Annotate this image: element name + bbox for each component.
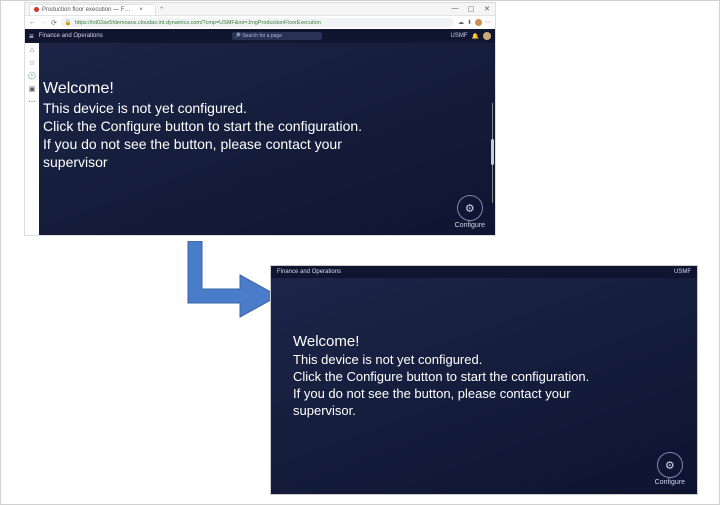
app-name: Finance and Operations — [277, 269, 341, 275]
nav-reload-icon[interactable]: ⟳ — [51, 19, 57, 27]
welcome-panel: Welcome! This device is not yet configur… — [39, 43, 495, 235]
fo-header: ≡ Finance and Operations 🔎 Search for a … — [25, 29, 495, 43]
company-code[interactable]: USMF — [674, 269, 691, 275]
bell-icon[interactable]: 🔔 — [472, 33, 479, 40]
search-placeholder: 🔎 Search for a page — [235, 33, 282, 39]
window-maximize-button[interactable]: ▢ — [463, 5, 479, 13]
browser-window: Production floor execution — F… × + — ▢ … — [25, 3, 495, 235]
configure-button[interactable]: ⚙ Configure — [455, 195, 485, 229]
welcome-line-4-truncated: supervisor — [43, 153, 487, 171]
browser-menu-icon[interactable]: ⋯ — [485, 19, 491, 26]
rail-recent-icon[interactable]: 🕑 — [28, 72, 37, 80]
url-text: https://int02ae5fdemoaos.cloudax.int.dyn… — [75, 20, 321, 26]
fo-header-fullscreen: Finance and Operations USMF — [271, 266, 697, 278]
app-name: Finance and Operations — [39, 33, 103, 39]
fo-avatar[interactable] — [483, 32, 491, 40]
tab-close-icon[interactable]: × — [139, 7, 143, 13]
gear-icon: ⚙ — [457, 195, 483, 221]
rail-fav-icon[interactable]: ☆ — [29, 59, 35, 67]
window-close-button[interactable]: ✕ — [479, 5, 495, 13]
tab-title: Production floor execution — F… — [42, 7, 130, 13]
company-code[interactable]: USMF — [451, 33, 468, 39]
welcome-heading: Welcome! — [43, 79, 487, 99]
rail-workspaces-icon[interactable]: ▣ — [29, 85, 36, 93]
welcome-heading: Welcome! — [293, 332, 697, 351]
welcome-panel-fullscreen: Welcome! This device is not yet configur… — [271, 278, 697, 494]
hamburger-icon[interactable]: ≡ — [29, 32, 33, 41]
welcome-line-1: This device is not yet configured. — [293, 351, 697, 368]
transition-arrow-icon — [186, 241, 281, 326]
window-minimize-button[interactable]: — — [447, 5, 463, 13]
gear-icon: ⚙ — [657, 452, 683, 478]
global-search[interactable]: 🔎 Search for a page — [232, 32, 322, 40]
url-field[interactable]: 🔒 https://int02ae5fdemoaos.cloudax.int.d… — [61, 18, 454, 27]
welcome-line-1: This device is not yet configured. — [43, 99, 487, 117]
left-nav-rail: ⌂ ☆ 🕑 ▣ ⋯ — [25, 43, 39, 235]
rail-more-icon[interactable]: ⋯ — [29, 98, 36, 106]
configure-label: Configure — [655, 479, 685, 486]
configure-button[interactable]: ⚙ Configure — [655, 452, 685, 486]
nav-forward-icon[interactable]: → — [40, 19, 47, 26]
fullscreen-window: Finance and Operations USMF Welcome! Thi… — [271, 266, 697, 494]
new-tab-button[interactable]: + — [160, 6, 164, 12]
rail-home-icon[interactable]: ⌂ — [30, 47, 34, 54]
welcome-line-4: supervisor. — [293, 402, 697, 419]
browser-titlebar: Production floor execution — F… × + — ▢ … — [25, 3, 495, 15]
scrollbar[interactable] — [492, 103, 493, 203]
configure-label: Configure — [455, 222, 485, 229]
welcome-line-3: If you do not see the button, please con… — [43, 135, 487, 153]
welcome-line-2: Click the Configure button to start the … — [293, 368, 697, 385]
extension-icon-2[interactable]: ⬇ — [467, 19, 472, 26]
favicon — [34, 7, 39, 12]
welcome-line-2: Click the Configure button to start the … — [43, 117, 487, 135]
extension-icon-1[interactable]: ☁ — [458, 19, 464, 26]
profile-avatar[interactable] — [475, 19, 482, 26]
fo-body: ⌂ ☆ 🕑 ▣ ⋯ Welcome! This device is not ye… — [25, 43, 495, 235]
browser-address-bar: ← → ⟳ 🔒 https://int02ae5fdemoaos.cloudax… — [25, 15, 495, 29]
browser-tab[interactable]: Production floor execution — F… × — [29, 4, 156, 15]
welcome-line-3: If you do not see the button, please con… — [293, 385, 697, 402]
nav-back-icon[interactable]: ← — [29, 19, 36, 26]
lock-icon: 🔒 — [65, 20, 72, 26]
